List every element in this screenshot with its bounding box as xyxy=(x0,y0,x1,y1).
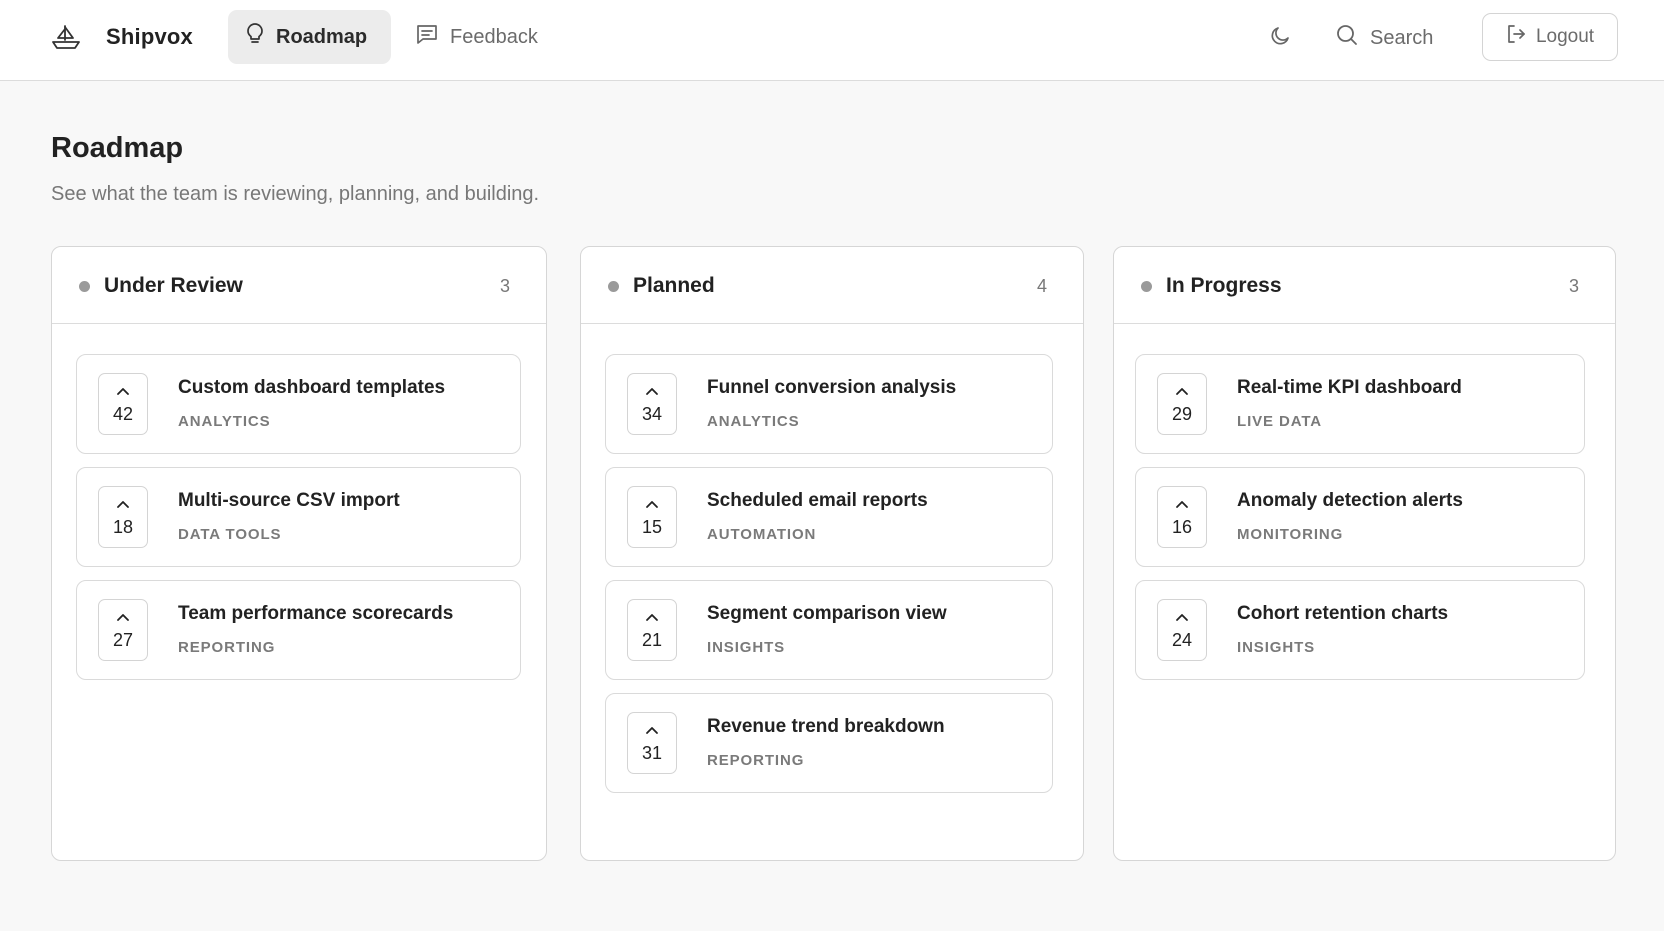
search-label: Search xyxy=(1370,26,1434,49)
column-under-review: Under Review 3 42 Custom dashboard templ… xyxy=(51,246,547,861)
vote-count: 18 xyxy=(112,517,134,537)
roadmap-card[interactable]: 24 Cohort retention charts INSIGHTS xyxy=(1135,580,1585,680)
upvote-button[interactable]: 34 xyxy=(627,373,677,435)
upvote-button[interactable]: 42 xyxy=(98,373,148,435)
card-title: Revenue trend breakdown xyxy=(707,716,945,737)
card-tag: DATA TOOLS xyxy=(178,526,282,543)
card-tag: ANALYTICS xyxy=(178,413,271,430)
search-button[interactable]: Search xyxy=(1336,16,1433,60)
logout-icon xyxy=(1506,24,1526,50)
vote-count: 29 xyxy=(1171,404,1193,424)
vote-count: 16 xyxy=(1171,517,1193,537)
page-subtitle: See what the team is reviewing, planning… xyxy=(51,183,540,205)
lightbulb-icon xyxy=(246,23,264,51)
theme-toggle-button[interactable] xyxy=(1262,20,1298,56)
card-tag: MONITORING xyxy=(1237,526,1344,543)
upvote-button[interactable]: 18 xyxy=(98,486,148,548)
column-count: 4 xyxy=(1036,276,1047,296)
card-tag: LIVE DATA xyxy=(1237,413,1323,430)
column-header: Under Review 3 xyxy=(52,247,546,324)
upvote-button[interactable]: 29 xyxy=(1157,373,1207,435)
nav-item-label: Feedback xyxy=(450,25,538,48)
column-header: In Progress 3 xyxy=(1114,247,1615,324)
roadmap-card[interactable]: 16 Anomaly detection alerts MONITORING xyxy=(1135,467,1585,567)
top-navigation-bar: Shipvox Roadmap Feedback Search Logout xyxy=(0,0,1664,81)
card-tag: REPORTING xyxy=(178,639,276,656)
card-title: Funnel conversion analysis xyxy=(707,377,957,398)
logout-label: Logout xyxy=(1535,26,1595,47)
column-title: In Progress xyxy=(1166,274,1282,297)
chevron-up-icon xyxy=(1175,611,1189,623)
boat-logo-icon xyxy=(50,21,82,53)
column-count: 3 xyxy=(1568,276,1579,296)
vote-count: 42 xyxy=(112,404,134,424)
upvote-button[interactable]: 15 xyxy=(627,486,677,548)
upvote-button[interactable]: 27 xyxy=(98,599,148,661)
card-title: Cohort retention charts xyxy=(1237,603,1449,624)
vote-count: 27 xyxy=(112,630,134,650)
chevron-up-icon xyxy=(645,724,659,736)
chevron-up-icon xyxy=(1175,385,1189,397)
column-count: 3 xyxy=(499,276,510,296)
card-tag: REPORTING xyxy=(707,752,805,769)
moon-icon xyxy=(1269,25,1291,52)
card-tag: INSIGHTS xyxy=(1237,639,1316,656)
brand[interactable]: Shipvox xyxy=(50,18,193,56)
roadmap-card[interactable]: 21 Segment comparison view INSIGHTS xyxy=(605,580,1053,680)
status-dot xyxy=(608,281,619,292)
column-title: Under Review xyxy=(104,274,243,297)
chevron-up-icon xyxy=(645,611,659,623)
upvote-button[interactable]: 31 xyxy=(627,712,677,774)
chevron-up-icon xyxy=(645,385,659,397)
column-planned: Planned 4 34 Funnel conversion analysis … xyxy=(580,246,1084,861)
card-title: Segment comparison view xyxy=(707,603,947,624)
vote-count: 34 xyxy=(641,404,663,424)
nav-item-roadmap[interactable]: Roadmap xyxy=(228,10,391,64)
card-title: Team performance scorecards xyxy=(178,603,454,624)
vote-count: 21 xyxy=(641,630,663,650)
roadmap-card[interactable]: 18 Multi-source CSV import DATA TOOLS xyxy=(76,467,521,567)
vote-count: 31 xyxy=(641,743,663,763)
card-title: Scheduled email reports xyxy=(707,490,928,511)
card-tag: ANALYTICS xyxy=(707,413,800,430)
roadmap-card[interactable]: 31 Revenue trend breakdown REPORTING xyxy=(605,693,1053,793)
chevron-up-icon xyxy=(116,498,130,510)
column-in-progress: In Progress 3 29 Real-time KPI dashboard… xyxy=(1113,246,1616,861)
chevron-up-icon xyxy=(116,611,130,623)
card-tag: INSIGHTS xyxy=(707,639,786,656)
status-dot xyxy=(79,281,90,292)
card-title: Multi-source CSV import xyxy=(178,490,400,511)
roadmap-card[interactable]: 15 Scheduled email reports AUTOMATION xyxy=(605,467,1053,567)
chevron-up-icon xyxy=(116,385,130,397)
logout-button[interactable]: Logout xyxy=(1482,13,1618,61)
roadmap-card[interactable]: 42 Custom dashboard templates ANALYTICS xyxy=(76,354,521,454)
roadmap-card[interactable]: 29 Real-time KPI dashboard LIVE DATA xyxy=(1135,354,1585,454)
card-title: Real-time KPI dashboard xyxy=(1237,377,1462,398)
chevron-up-icon xyxy=(645,498,659,510)
chevron-up-icon xyxy=(1175,498,1189,510)
page-title: Roadmap xyxy=(51,132,184,164)
column-title: Planned xyxy=(633,274,715,297)
roadmap-card[interactable]: 27 Team performance scorecards REPORTING xyxy=(76,580,521,680)
upvote-button[interactable]: 21 xyxy=(627,599,677,661)
upvote-button[interactable]: 24 xyxy=(1157,599,1207,661)
roadmap-card[interactable]: 34 Funnel conversion analysis ANALYTICS xyxy=(605,354,1053,454)
status-dot xyxy=(1141,281,1152,292)
card-title: Custom dashboard templates xyxy=(178,377,446,398)
brand-name: Shipvox xyxy=(106,24,193,49)
nav-item-feedback[interactable]: Feedback xyxy=(398,10,558,64)
message-square-icon xyxy=(416,24,438,50)
column-header: Planned 4 xyxy=(581,247,1083,324)
nav-item-label: Roadmap xyxy=(276,25,368,48)
search-icon xyxy=(1336,24,1358,52)
card-tag: AUTOMATION xyxy=(707,526,817,543)
vote-count: 24 xyxy=(1171,630,1193,650)
vote-count: 15 xyxy=(641,517,663,537)
upvote-button[interactable]: 16 xyxy=(1157,486,1207,548)
card-title: Anomaly detection alerts xyxy=(1237,490,1463,511)
